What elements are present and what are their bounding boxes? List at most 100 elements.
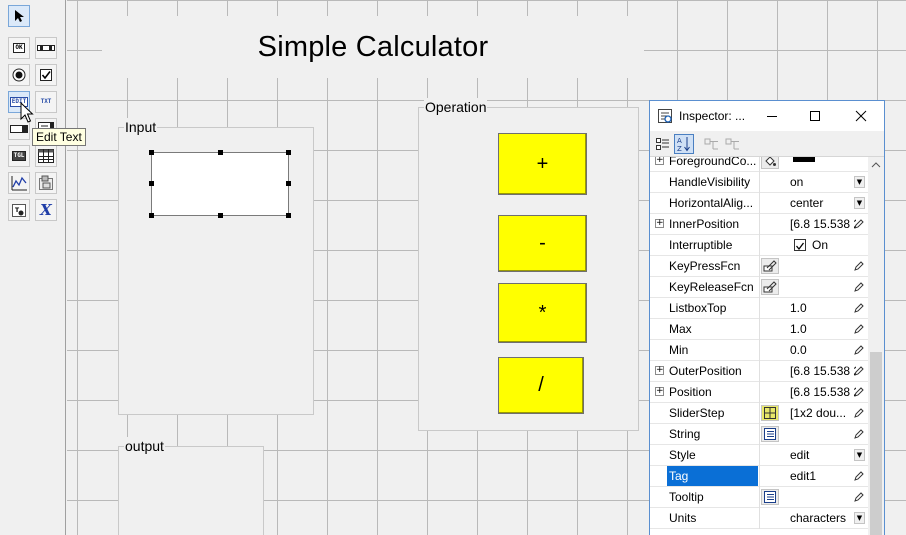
input-edit-field[interactable] — [151, 152, 289, 216]
property-row[interactable]: Units characters ▼ — [650, 508, 868, 529]
property-row[interactable]: Interruptible On — [650, 235, 868, 256]
property-row[interactable]: HorizontalAlig... center ▼ — [650, 193, 868, 214]
property-row[interactable]: Style edit ▼ — [650, 445, 868, 466]
slider-tool[interactable] — [35, 37, 57, 59]
property-row[interactable]: ListboxTop 1.0 — [650, 298, 868, 319]
activex-tool[interactable]: X — [35, 199, 57, 221]
axes-tool[interactable] — [8, 172, 30, 194]
title-text[interactable]: Simple Calculator — [102, 16, 644, 78]
property-row[interactable]: + ForegroundCo... — [650, 157, 868, 172]
property-name: String — [669, 427, 701, 441]
inspector-titlebar[interactable]: Inspector: ... — [650, 101, 884, 131]
property-row[interactable]: String — [650, 424, 868, 445]
column-divider — [759, 361, 760, 382]
expand-toggle-icon[interactable]: + — [655, 219, 664, 228]
property-value[interactable]: [6.8 15.538 2... — [790, 364, 856, 378]
property-value[interactable]: edit — [790, 448, 856, 462]
property-value[interactable]: on — [790, 175, 856, 189]
property-value[interactable]: edit1 — [790, 469, 856, 483]
sort-categorized-button[interactable] — [653, 134, 673, 154]
inspector-scrollbar[interactable] — [868, 157, 884, 535]
resize-handle[interactable] — [286, 213, 291, 218]
scroll-thumb[interactable] — [870, 352, 882, 535]
property-row[interactable]: Tag edit1 — [650, 466, 868, 487]
property-value[interactable]: 1.0 — [790, 301, 856, 315]
property-row[interactable]: KeyReleaseFcn — [650, 277, 868, 298]
property-row[interactable]: Min 0.0 — [650, 340, 868, 361]
table-tool[interactable] — [35, 145, 57, 167]
expand-toggle-icon[interactable]: + — [655, 157, 664, 165]
checkbox-tool[interactable] — [35, 64, 57, 86]
toggle-button-tool[interactable]: TGL — [8, 145, 30, 167]
property-row[interactable]: KeyPressFcn — [650, 256, 868, 277]
minimize-button[interactable] — [763, 107, 781, 125]
callback-button[interactable] — [761, 279, 779, 295]
static-text-tool[interactable]: TXT — [35, 91, 57, 113]
resize-handle[interactable] — [286, 181, 291, 186]
close-button[interactable] — [852, 107, 870, 125]
property-value[interactable]: [1x2 dou... — [790, 406, 856, 420]
checkbox[interactable] — [794, 239, 806, 251]
push-button-tool[interactable]: OK — [8, 37, 30, 59]
resize-handle[interactable] — [149, 213, 154, 218]
maximize-button[interactable] — [806, 107, 824, 125]
property-value[interactable]: center — [790, 196, 856, 210]
property-inspector-window[interactable]: Inspector: ... AZ + ForegroundCo... Handle… — [649, 100, 885, 535]
property-row[interactable]: HandleVisibility on ▼ — [650, 172, 868, 193]
resize-handle[interactable] — [286, 150, 291, 155]
resize-handle[interactable] — [149, 150, 154, 155]
callback-button[interactable] — [761, 258, 779, 274]
pencil-icon[interactable] — [854, 386, 864, 400]
string-editor-button[interactable] — [761, 426, 779, 442]
property-row[interactable]: + OuterPosition [6.8 15.538 2... — [650, 361, 868, 382]
select-tool[interactable] — [8, 5, 30, 27]
plus-button[interactable]: + — [498, 133, 587, 195]
resize-handle[interactable] — [218, 150, 223, 155]
property-row[interactable]: + Position [6.8 15.538 2... — [650, 382, 868, 403]
sort-alphabetical-button[interactable]: AZ — [674, 134, 694, 154]
dropdown-arrow-icon[interactable]: ▼ — [854, 197, 865, 209]
string-editor-button[interactable] — [761, 489, 779, 505]
pencil-icon[interactable] — [854, 470, 864, 484]
property-value[interactable]: [6.8 15.538 2... — [790, 385, 856, 399]
resize-handle[interactable] — [218, 213, 223, 218]
resize-handle[interactable] — [149, 181, 154, 186]
property-name: ListboxTop — [669, 301, 727, 315]
pencil-icon[interactable] — [854, 323, 864, 337]
property-row[interactable]: Tooltip — [650, 487, 868, 508]
pencil-icon[interactable] — [854, 260, 864, 274]
multiply-button[interactable]: * — [498, 283, 587, 343]
dropdown-arrow-icon[interactable]: ▼ — [854, 449, 865, 461]
pencil-icon[interactable] — [854, 491, 864, 505]
divide-button[interactable]: / — [498, 357, 584, 414]
property-row[interactable]: Max 1.0 — [650, 319, 868, 340]
svg-text:Z: Z — [677, 145, 682, 152]
property-row[interactable]: SliderStep [1x2 dou... — [650, 403, 868, 424]
expand-toggle-icon[interactable]: + — [655, 366, 664, 375]
array-editor-button[interactable] — [761, 405, 779, 421]
pencil-icon[interactable] — [854, 428, 864, 442]
pencil-icon[interactable] — [854, 281, 864, 295]
panel-tool[interactable] — [35, 172, 57, 194]
property-row[interactable]: + InnerPosition [6.8 15.538 2... — [650, 214, 868, 235]
expand-all-button[interactable] — [702, 134, 722, 154]
color-swatch[interactable] — [793, 157, 815, 162]
button-group-tool[interactable]: T — [8, 199, 30, 221]
property-value[interactable]: 1.0 — [790, 322, 856, 336]
property-value[interactable]: [6.8 15.538 2... — [790, 217, 856, 231]
pencil-icon[interactable] — [854, 218, 864, 232]
property-value[interactable]: characters — [790, 511, 856, 525]
radio-button-tool[interactable] — [8, 64, 30, 86]
property-value[interactable]: 0.0 — [790, 343, 856, 357]
minus-button[interactable]: - — [498, 215, 587, 272]
pencil-icon[interactable] — [854, 344, 864, 358]
dropdown-arrow-icon[interactable]: ▼ — [854, 176, 865, 188]
pencil-icon[interactable] — [854, 365, 864, 379]
expand-toggle-icon[interactable]: + — [655, 387, 664, 396]
output-panel[interactable]: output — [118, 437, 264, 535]
color-picker-button[interactable] — [761, 157, 779, 169]
pencil-icon[interactable] — [854, 407, 864, 421]
collapse-all-button[interactable] — [723, 134, 743, 154]
pencil-icon[interactable] — [854, 302, 864, 316]
dropdown-arrow-icon[interactable]: ▼ — [854, 512, 865, 524]
